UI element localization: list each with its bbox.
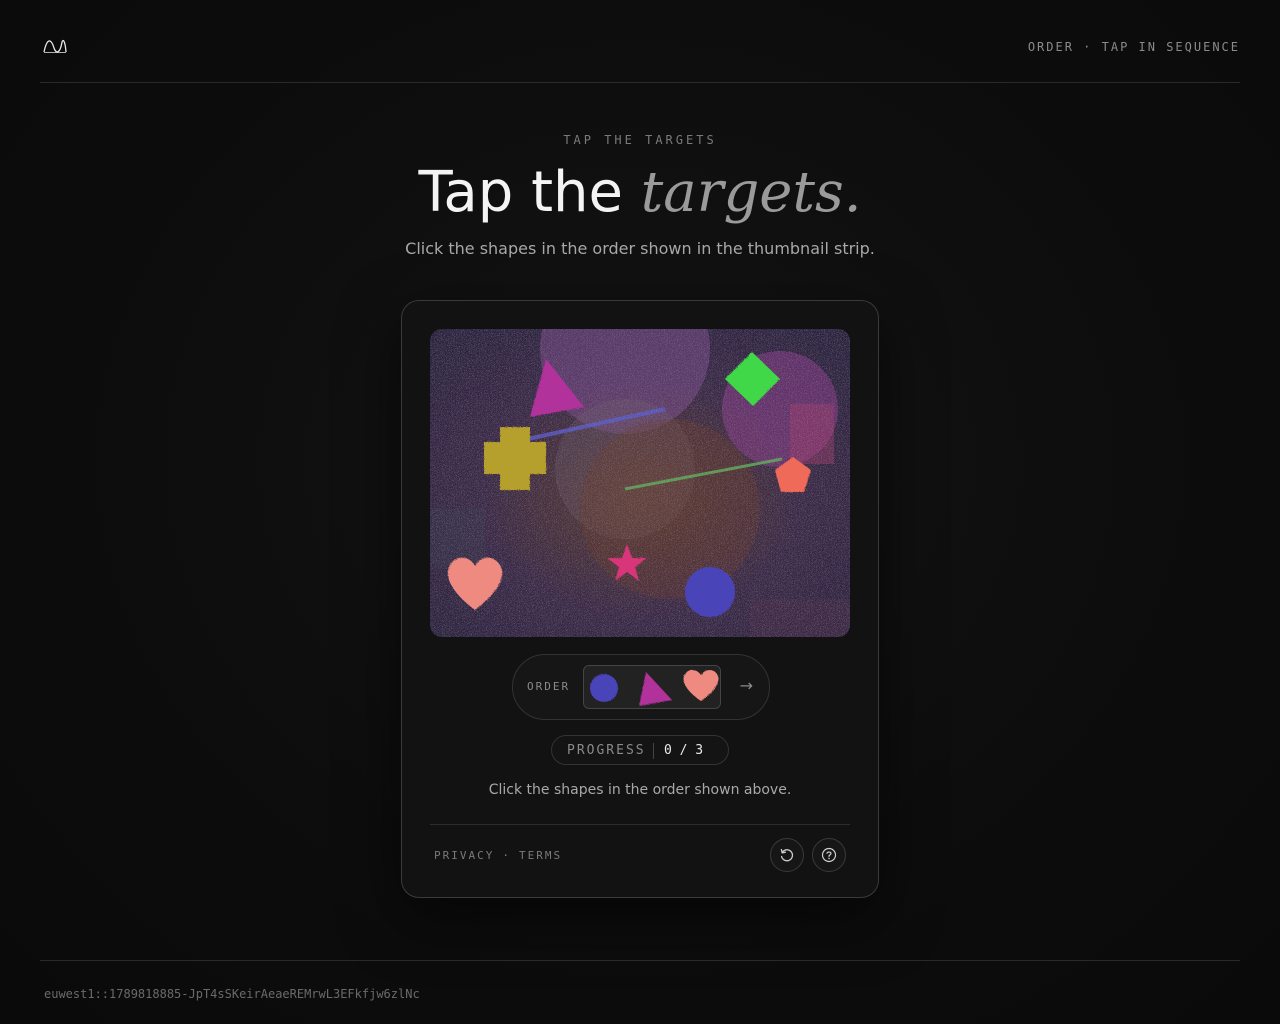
link-separator: ·	[502, 849, 511, 862]
progress-indicator: PROGRESS 0 / 3	[551, 735, 729, 765]
refresh-button[interactable]	[770, 838, 804, 872]
wave-logo-icon	[43, 39, 67, 53]
title-plain: Tap the	[418, 160, 641, 225]
help-icon	[821, 847, 837, 863]
challenge-card: ORDER → PROGRESS 0 / 3 Click the shapes …	[401, 300, 879, 898]
order-thumbnail-strip	[583, 665, 721, 709]
refresh-icon	[780, 848, 794, 862]
help-button[interactable]	[812, 838, 846, 872]
challenge-canvas[interactable]	[430, 329, 850, 637]
order-thumb-triangle-icon	[639, 672, 672, 706]
progress-label: PROGRESS	[567, 743, 646, 758]
order-strip-container: ORDER →	[512, 654, 770, 720]
order-thumb-circle-icon	[590, 674, 618, 702]
footer-divider	[40, 960, 1240, 961]
page-subtitle: Click the shapes in the order shown in t…	[405, 239, 875, 258]
blue-circle-shape[interactable]	[685, 567, 735, 617]
bg-blob	[790, 404, 834, 464]
progress-value: 0 / 3	[664, 743, 704, 758]
order-label: ORDER	[527, 680, 571, 693]
order-thumb-heart-icon	[683, 669, 719, 701]
bg-blob	[750, 599, 850, 637]
challenge-canvas-svg[interactable]	[430, 329, 850, 637]
privacy-link[interactable]: PRIVACY	[434, 849, 494, 862]
arrow-right-icon[interactable]: →	[740, 676, 753, 695]
top-bar: ORDER · TAP IN SEQUENCE	[40, 0, 1240, 83]
progress-divider	[653, 743, 654, 759]
session-id: euwest1::1789818885-JpT4sSKeirAeaeREMrwL…	[44, 987, 420, 1001]
card-divider	[430, 824, 850, 825]
title-italic: targets.	[640, 160, 862, 225]
eyebrow-label: TAP THE TARGETS	[563, 133, 717, 147]
page-title: Tap the targets.	[0, 158, 1280, 228]
bg-blob	[580, 419, 760, 599]
order-thumbnails-svg	[590, 669, 719, 706]
terms-link[interactable]: TERMS	[519, 849, 562, 862]
mode-label: ORDER · TAP IN SEQUENCE	[1027, 40, 1240, 54]
instruction-text: Click the shapes in the order shown abov…	[488, 782, 792, 798]
footer-links: PRIVACY · TERMS	[434, 849, 562, 862]
